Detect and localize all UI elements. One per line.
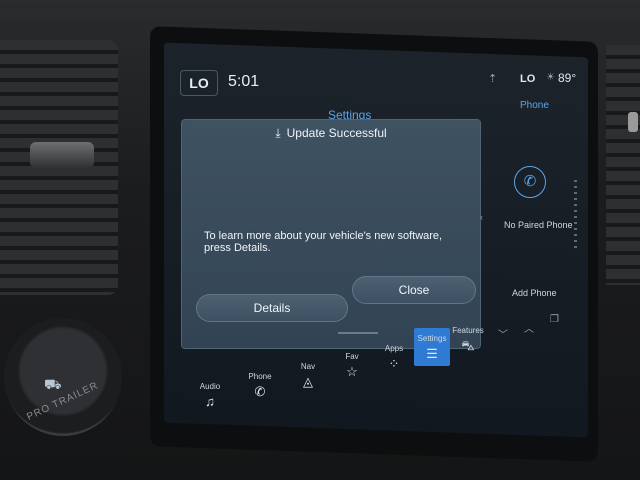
phone-panel-title: Phone bbox=[520, 100, 549, 111]
nav-phone[interactable]: Phone ✆ bbox=[240, 372, 280, 400]
vent-adjuster bbox=[30, 142, 94, 168]
close-button[interactable]: Close bbox=[352, 276, 476, 304]
vehicle-icon: ⛍ bbox=[461, 338, 475, 353]
details-button[interactable]: Details bbox=[196, 294, 348, 322]
nav-settings[interactable]: Settings ☰ bbox=[412, 334, 452, 362]
right-vent-adjuster bbox=[628, 112, 638, 132]
nav-audio[interactable]: Audio ♫ bbox=[190, 382, 230, 409]
compass-icon: ◬ bbox=[303, 374, 313, 389]
sun-icon: ☀ bbox=[546, 72, 555, 83]
outside-temp: 89° bbox=[558, 71, 577, 85]
nav-features[interactable]: Features ⛍ bbox=[448, 326, 488, 356]
clock: 5:01 bbox=[228, 73, 260, 90]
phone-icon[interactable]: ✆ bbox=[514, 166, 546, 198]
climate-lo-left[interactable]: LO bbox=[180, 70, 218, 96]
nav-fav[interactable]: Fav ☆ bbox=[332, 352, 372, 380]
page-indicator bbox=[338, 332, 378, 334]
panel-divider-arrow: ‹ bbox=[480, 212, 483, 222]
pro-trailer-knob[interactable] bbox=[4, 318, 122, 436]
music-icon: ♫ bbox=[205, 394, 215, 409]
nav-settings-label: Settings bbox=[417, 334, 447, 343]
trailer-icon: ⛟ bbox=[44, 376, 62, 392]
grid-icon: ⁘ bbox=[388, 356, 400, 371]
dialog-message: To learn more about your vehicle's new s… bbox=[204, 230, 443, 254]
nav-audio-label: Audio bbox=[199, 382, 221, 391]
chevron-down-icon[interactable]: ﹀ bbox=[498, 326, 508, 341]
dialog-title: Update Successful bbox=[286, 126, 387, 140]
chevron-up-icon[interactable]: ︿ bbox=[524, 320, 534, 335]
phone-icon: ✆ bbox=[254, 384, 266, 399]
nav-fav-label: Fav bbox=[345, 352, 359, 361]
phone-panel-scrollbar[interactable] bbox=[574, 180, 577, 250]
update-dialog: ⤓ Update Successful To learn more about y… bbox=[182, 120, 480, 348]
no-paired-phone-label: No Paired Phone bbox=[504, 220, 573, 230]
nav-apps-label: Apps bbox=[384, 344, 404, 353]
nav-features-label: Features bbox=[452, 326, 484, 335]
star-icon: ☆ bbox=[346, 364, 358, 379]
dialog-header: ⤓ Update Successful bbox=[182, 126, 480, 141]
nav-apps[interactable]: Apps ⁘ bbox=[374, 344, 414, 372]
download-icon: ⤓ bbox=[275, 126, 281, 140]
nav-nav-label: Nav bbox=[300, 362, 316, 371]
add-phone-button[interactable]: Add Phone bbox=[512, 288, 557, 298]
nav-nav[interactable]: Nav ◬ bbox=[288, 362, 328, 390]
copy-icon[interactable]: ❐ bbox=[550, 314, 559, 325]
signal-icon: ⇡ bbox=[488, 73, 498, 85]
nav-phone-label: Phone bbox=[248, 372, 272, 381]
climate-lo-right[interactable]: LO bbox=[520, 73, 535, 85]
right-air-vent bbox=[606, 45, 640, 285]
sliders-icon: ☰ bbox=[426, 346, 438, 361]
